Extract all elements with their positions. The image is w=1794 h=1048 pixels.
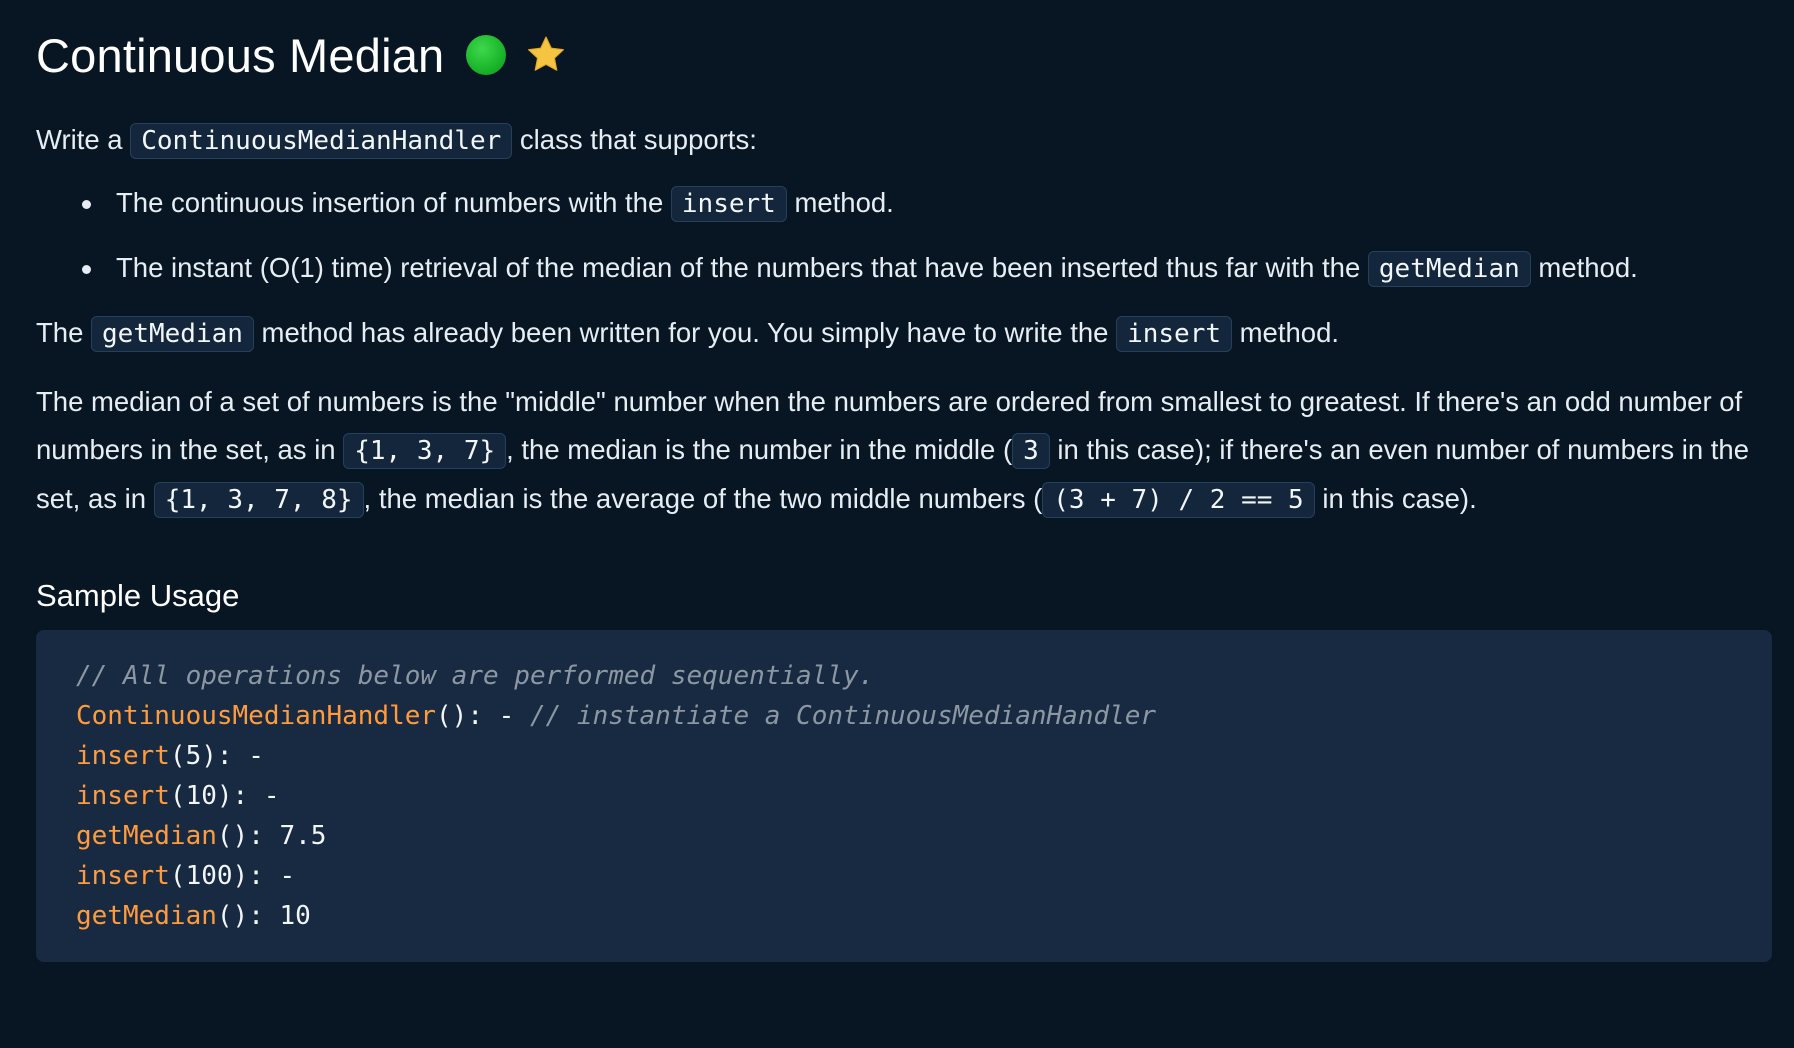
list-item: The continuous insertion of numbers with… (36, 179, 1772, 228)
paragraph-text: in this case). (1314, 483, 1477, 514)
inline-code-odd-set: {1, 3, 7} (343, 433, 507, 469)
requirements-list: The continuous insertion of numbers with… (36, 179, 1772, 293)
paragraph-text: , the median is the number in the middle… (506, 434, 1013, 465)
star-icon[interactable] (524, 33, 568, 77)
inline-code-getmedian: getMedian (1367, 251, 1531, 287)
paragraph-text: , the median is the average of the two m… (363, 483, 1043, 514)
code-line: getMedian(): 10 (76, 896, 1732, 936)
problem-page: Continuous Median Write a ContinuousMedi… (36, 24, 1772, 962)
inline-code-even-set: {1, 3, 7, 8} (153, 482, 364, 518)
inline-code-middle-value: 3 (1012, 433, 1050, 469)
inline-code-insert: insert (670, 186, 787, 222)
code-line: insert(10): - (76, 776, 1732, 816)
code-function-name: getMedian (76, 901, 217, 931)
median-explanation-paragraph: The median of a set of numbers is the "m… (36, 378, 1772, 524)
paragraph-text: method. (1232, 317, 1340, 348)
code-line: // All operations below are performed se… (76, 656, 1732, 696)
inline-code-class-name: ContinuousMedianHandler (130, 123, 513, 159)
intro-text: Write a (36, 124, 131, 155)
method-note-paragraph: The getMedian method has already been wr… (36, 309, 1772, 358)
code-line: insert(5): - (76, 736, 1732, 776)
list-item: The instant (O(1) time) retrieval of the… (36, 244, 1772, 293)
code-call-result: (): - (436, 701, 530, 731)
paragraph-text: method has already been written for you.… (253, 317, 1117, 348)
code-call-result: (): 10 (216, 901, 311, 931)
code-function-name: insert (76, 781, 170, 811)
code-line: ContinuousMedianHandler(): - // instanti… (76, 696, 1732, 736)
list-item-text: method. (1530, 252, 1638, 283)
code-function-name: insert (76, 861, 170, 891)
difficulty-green-circle-icon (466, 35, 507, 75)
list-item-text: The continuous insertion of numbers with… (116, 187, 671, 218)
code-line: getMedian(): 7.5 (76, 816, 1732, 856)
code-line: insert(100): - (76, 856, 1732, 896)
code-call-result: (5): - (169, 741, 264, 771)
intro-text: class that supports: (512, 124, 757, 155)
inline-code-insert: insert (1116, 316, 1232, 352)
code-function-name: insert (76, 741, 170, 771)
title-row: Continuous Median (36, 24, 1772, 86)
code-function-name: getMedian (76, 821, 217, 851)
sample-usage-code-block: // All operations below are performed se… (36, 630, 1772, 962)
code-comment: // All operations below are performed se… (76, 661, 875, 691)
page-title: Continuous Median (36, 28, 445, 82)
code-call-result: (10): - (169, 781, 280, 811)
sample-usage-heading: Sample Usage (36, 578, 240, 613)
code-function-name: ContinuousMedianHandler (76, 701, 437, 731)
inline-code-average-expression: (3 + 7) / 2 == 5 (1042, 482, 1315, 518)
code-call-result: (100): - (169, 861, 296, 891)
list-item-text: method. (786, 187, 894, 218)
list-item-text: The instant (O(1) time) retrieval of the… (116, 252, 1368, 283)
code-comment: // instantiate a ContinuousMedianHandler (529, 701, 1157, 731)
paragraph-text: The (36, 317, 92, 348)
inline-code-getmedian: getMedian (91, 316, 254, 352)
code-call-result: (): 7.5 (216, 821, 327, 851)
intro-paragraph: Write a ContinuousMedianHandler class th… (36, 116, 1772, 165)
